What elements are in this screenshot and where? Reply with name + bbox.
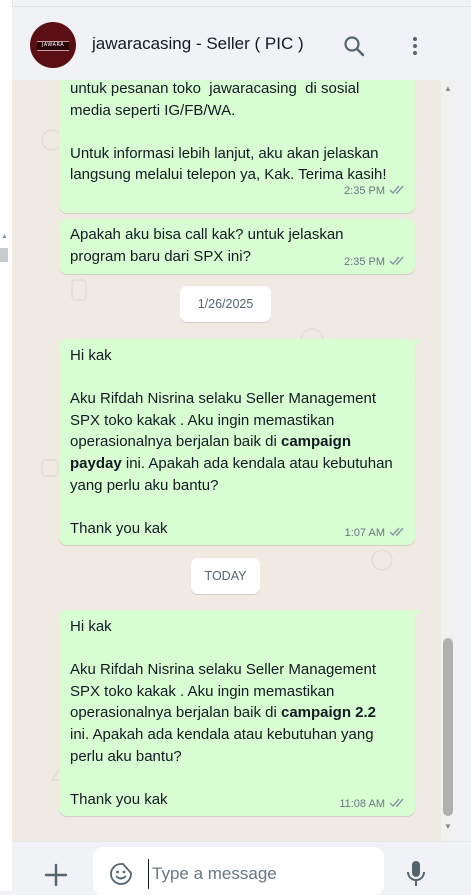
- message-line: SPX toko kakak . Aku ingin memastikan: [70, 682, 335, 700]
- message-text: Hi kak Aku Rifdah Nisrina selaku Seller …: [70, 616, 376, 810]
- double-check-icon: [389, 798, 404, 808]
- double-check-icon: [389, 256, 404, 266]
- outgoing-message[interactable]: Apakah aku bisa call kak? untuk jelaskan…: [59, 219, 415, 274]
- message-line: operasionalnya berjalan baik di: [70, 704, 281, 722]
- message-meta: 1:07 AM: [345, 526, 407, 540]
- double-check-icon: [389, 185, 404, 195]
- date-chip: 1/26/2025: [180, 286, 271, 322]
- message-line: Thank you kak: [70, 519, 168, 537]
- message-time: 2:35 PM: [344, 256, 385, 268]
- message-meta: 2:35 PM: [344, 184, 407, 198]
- bold-text: campaign: [280, 433, 352, 451]
- message-meta: 11:08 AM: [339, 797, 407, 811]
- microphone-icon[interactable]: [405, 859, 427, 889]
- message-line: operasionalnya berjalan baik di: [70, 433, 281, 451]
- bold-text: payday: [70, 454, 122, 472]
- scrollbar-thumb[interactable]: [443, 638, 453, 816]
- message-composer: [12, 841, 471, 895]
- message-text: Apakah aku bisa call kak? untuk jelaskan…: [70, 226, 344, 265]
- message-line: perlu aku bantu?: [70, 747, 182, 765]
- outgoing-message[interactable]: Hi kak Aku Rifdah Nisrina selaku Seller …: [59, 610, 422, 816]
- double-check-icon: [389, 527, 404, 537]
- message-line: Hi kak: [70, 618, 112, 635]
- message-line: Aku Rifdah Nisrina selaku Seller Managem…: [70, 661, 376, 679]
- right-gutter: [455, 80, 471, 841]
- chat-scrollbar[interactable]: ▲ ▼: [441, 80, 455, 841]
- message-list[interactable]: untuk pesanan toko jawaracasing di sosia…: [12, 80, 441, 841]
- message-line: Hi kak: [70, 347, 112, 364]
- date-chip: TODAY: [191, 558, 260, 594]
- avatar-logo-text: JAWARA: [41, 42, 65, 48]
- message-time: 11:08 AM: [339, 798, 385, 810]
- message-meta: 2:35 PM: [344, 255, 407, 269]
- plus-icon[interactable]: [43, 862, 69, 888]
- message-text: untuk pesanan toko jawaracasing di sosia…: [70, 80, 387, 184]
- left-scroll-arrow-icon[interactable]: ▲: [1, 233, 8, 240]
- bubble-tail: [413, 339, 422, 348]
- bold-text: campaign 2.2: [280, 704, 377, 722]
- scroll-up-arrow-icon[interactable]: ▲: [444, 84, 452, 93]
- message-input-box[interactable]: [93, 847, 384, 895]
- message-line: ini. Apakah ada kendala atau kebutuhan: [121, 454, 393, 472]
- contact-name[interactable]: jawaracasing - Seller ( PIC ): [92, 34, 304, 54]
- message-input[interactable]: [148, 859, 374, 889]
- kebab-menu-icon[interactable]: [403, 34, 427, 58]
- message-time: 2:35 PM: [344, 185, 385, 197]
- left-scroll-thumb[interactable]: [0, 248, 8, 262]
- message-line: Aku Rifdah Nisrina selaku Seller Managem…: [70, 390, 376, 408]
- message-line: SPX toko kakak . Aku ingin memastikan: [70, 411, 335, 429]
- message-text: Hi kak Aku Rifdah Nisrina selaku Seller …: [70, 345, 393, 539]
- avatar[interactable]: JAWARA: [30, 22, 76, 68]
- message-line: Thank you kak: [70, 790, 168, 808]
- chat-header: JAWARA jawaracasing - Seller ( PIC ): [12, 6, 471, 81]
- message-line: ini. Apakah ada kendala atau kebutuhan y…: [70, 725, 374, 743]
- search-icon[interactable]: [342, 34, 366, 58]
- bubble-tail: [413, 610, 422, 619]
- message-time: 1:07 AM: [344, 527, 385, 539]
- emoji-icon[interactable]: [109, 862, 133, 886]
- outgoing-message[interactable]: Hi kak Aku Rifdah Nisrina selaku Seller …: [59, 339, 422, 545]
- message-line: yang perlu aku bantu?: [70, 476, 219, 494]
- scroll-down-arrow-icon[interactable]: ▼: [444, 822, 452, 831]
- outgoing-message[interactable]: untuk pesanan toko jawaracasing di sosia…: [59, 80, 415, 213]
